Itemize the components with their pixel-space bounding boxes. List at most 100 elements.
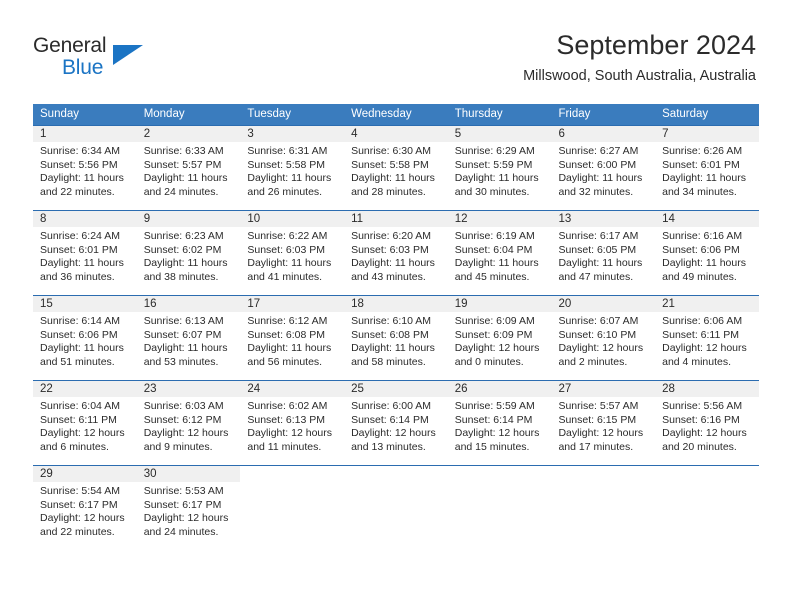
calendar-day-cell[interactable]: 6 Sunrise: 6:27 AM Sunset: 6:00 PM Daylight… bbox=[551, 125, 656, 211]
calendar-day-cell[interactable]: 21 Sunrise: 6:06 AM Sunset: 6:11 PM Dayligh… bbox=[655, 295, 759, 381]
sunset-text: Sunset: 6:17 PM bbox=[143, 498, 222, 511]
sunset-text: Sunset: 6:14 PM bbox=[351, 413, 429, 426]
page-subtitle: Millswood, South Australia, Australia bbox=[523, 68, 756, 84]
sunset-text: Sunset: 5:57 PM bbox=[143, 158, 222, 171]
calendar-empty-cell bbox=[240, 465, 345, 550]
sunrise-text: Sunrise: 5:54 AM bbox=[40, 485, 120, 497]
calendar-day-cell[interactable]: 11 Sunrise: 6:20 AM Sunset: 6:03 PM Dayligh… bbox=[344, 210, 448, 296]
sunrise-text: Sunrise: 6:02 AM bbox=[247, 400, 328, 412]
day-details: Sunrise: 6:16 AM Sunset: 6:06 PM Daylight:… bbox=[655, 227, 759, 284]
sunset-text: Sunset: 6:06 PM bbox=[662, 243, 740, 256]
calendar-day-cell[interactable]: 20 Sunrise: 6:07 AM Sunset: 6:10 PM Dayligh… bbox=[551, 295, 656, 381]
sunset-text: Sunset: 6:14 PM bbox=[454, 413, 533, 426]
calendar-day-cell[interactable]: 25 Sunrise: 6:00 AM Sunset: 6:14 PM Dayligh… bbox=[344, 380, 448, 466]
calendar-day-cell[interactable]: 5 Sunrise: 6:29 AM Sunset: 5:59 PM Daylight… bbox=[447, 125, 552, 211]
weekday-header-wednesday: Wednesday bbox=[344, 104, 448, 126]
day-details: Sunrise: 5:56 AM Sunset: 6:16 PM Daylight:… bbox=[655, 397, 759, 454]
calendar-day-cell[interactable]: 9 Sunrise: 6:23 AM Sunset: 6:02 PM Daylight… bbox=[136, 210, 241, 296]
calendar-day-cell[interactable]: 7 Sunrise: 6:26 AM Sunset: 6:01 PM Daylight… bbox=[655, 125, 759, 211]
day-details: Sunrise: 6:17 AM Sunset: 6:05 PM Daylight:… bbox=[551, 227, 655, 284]
calendar-day-cell[interactable]: 3 Sunrise: 6:31 AM Sunset: 5:58 PM Daylight… bbox=[240, 125, 345, 211]
calendar-day-cell[interactable]: 16 Sunrise: 6:13 AM Sunset: 6:07 PM Dayligh… bbox=[136, 295, 241, 381]
page-header: General Blue September 2024 Millswood, S… bbox=[0, 0, 792, 96]
day-number: 7 bbox=[655, 126, 759, 142]
sunset-text: Sunset: 6:07 PM bbox=[143, 328, 222, 341]
daylight-text: Daylight: 11 hours and 28 minutes. bbox=[351, 172, 435, 198]
calendar-day-cell[interactable]: 22 Sunrise: 6:04 AM Sunset: 6:11 PM Dayligh… bbox=[33, 380, 137, 466]
daylight-text: Daylight: 12 hours and 22 minutes. bbox=[40, 512, 125, 538]
sunrise-text: Sunrise: 6:20 AM bbox=[351, 230, 432, 242]
day-number: 20 bbox=[551, 296, 656, 312]
day-number bbox=[344, 466, 448, 482]
calendar-day-cell[interactable]: 18 Sunrise: 6:10 AM Sunset: 6:08 PM Dayligh… bbox=[344, 295, 448, 381]
day-number: 6 bbox=[551, 126, 656, 142]
sunset-text: Sunset: 6:11 PM bbox=[662, 328, 739, 341]
sunset-text: Sunset: 6:08 PM bbox=[247, 328, 326, 341]
sunset-text: Sunset: 6:03 PM bbox=[247, 243, 326, 256]
calendar-day-cell[interactable]: 4 Sunrise: 6:30 AM Sunset: 5:58 PM Daylight… bbox=[344, 125, 448, 211]
day-number: 12 bbox=[447, 211, 552, 227]
calendar-day-cell[interactable]: 19 Sunrise: 6:09 AM Sunset: 6:09 PM Dayligh… bbox=[447, 295, 552, 381]
sunset-text: Sunset: 6:08 PM bbox=[351, 328, 429, 341]
day-details: Sunrise: 6:29 AM Sunset: 5:59 PM Daylight:… bbox=[448, 142, 552, 199]
general-blue-logo[interactable]: General Blue bbox=[33, 34, 163, 82]
calendar-day-cell[interactable]: 23 Sunrise: 6:03 AM Sunset: 6:12 PM Dayligh… bbox=[136, 380, 241, 466]
daylight-text: Daylight: 12 hours and 0 minutes. bbox=[454, 342, 540, 368]
daylight-text: Daylight: 11 hours and 22 minutes. bbox=[40, 172, 124, 198]
sunrise-text: Sunrise: 6:07 AM bbox=[558, 315, 639, 327]
daylight-text: Daylight: 12 hours and 13 minutes. bbox=[351, 427, 436, 453]
calendar-day-cell[interactable]: 13 Sunrise: 6:17 AM Sunset: 6:05 PM Dayligh… bbox=[551, 210, 656, 296]
weekday-header-thursday: Thursday bbox=[447, 104, 552, 126]
sunrise-text: Sunrise: 6:17 AM bbox=[558, 230, 639, 242]
calendar-day-cell[interactable]: 26 Sunrise: 5:59 AM Sunset: 6:14 PM Dayligh… bbox=[447, 380, 552, 466]
day-details: Sunrise: 6:26 AM Sunset: 6:01 PM Daylight:… bbox=[655, 142, 759, 199]
sunset-text: Sunset: 6:11 PM bbox=[40, 413, 117, 426]
calendar-day-cell[interactable]: 1 Sunrise: 6:34 AM Sunset: 5:56 PM Daylight… bbox=[33, 125, 137, 211]
weekday-header-monday: Monday bbox=[136, 104, 241, 126]
calendar-day-cell[interactable]: 14 Sunrise: 6:16 AM Sunset: 6:06 PM Dayligh… bbox=[655, 210, 759, 296]
daylight-text: Daylight: 11 hours and 24 minutes. bbox=[143, 172, 228, 198]
calendar-week-row: 29 Sunrise: 5:54 AM Sunset: 6:17 PM Dayligh… bbox=[33, 465, 759, 550]
day-details: Sunrise: 6:31 AM Sunset: 5:58 PM Daylight:… bbox=[240, 142, 344, 199]
calendar-day-cell[interactable]: 30 Sunrise: 5:53 AM Sunset: 6:17 PM Dayligh… bbox=[136, 465, 241, 550]
day-number bbox=[655, 466, 759, 482]
day-details: Sunrise: 6:12 AM Sunset: 6:08 PM Daylight:… bbox=[240, 312, 344, 369]
calendar-day-cell[interactable]: 10 Sunrise: 6:22 AM Sunset: 6:03 PM Dayligh… bbox=[240, 210, 345, 296]
daylight-text: Daylight: 11 hours and 43 minutes. bbox=[351, 257, 435, 283]
day-details: Sunrise: 6:23 AM Sunset: 6:02 PM Daylight:… bbox=[137, 227, 241, 284]
day-details: Sunrise: 6:03 AM Sunset: 6:12 PM Daylight:… bbox=[137, 397, 241, 454]
sunrise-text: Sunrise: 6:03 AM bbox=[143, 400, 224, 412]
calendar-day-cell[interactable]: 17 Sunrise: 6:12 AM Sunset: 6:08 PM Dayligh… bbox=[240, 295, 345, 381]
calendar-body: 1 Sunrise: 6:34 AM Sunset: 5:56 PM Daylight… bbox=[33, 125, 759, 550]
day-number: 8 bbox=[33, 211, 137, 227]
day-details bbox=[655, 482, 759, 485]
day-details: Sunrise: 6:30 AM Sunset: 5:58 PM Daylight:… bbox=[344, 142, 448, 199]
calendar-day-cell[interactable]: 8 Sunrise: 6:24 AM Sunset: 6:01 PM Daylight… bbox=[33, 210, 137, 296]
calendar-day-cell[interactable]: 24 Sunrise: 6:02 AM Sunset: 6:13 PM Dayligh… bbox=[240, 380, 345, 466]
calendar-day-cell[interactable]: 15 Sunrise: 6:14 AM Sunset: 6:06 PM Dayligh… bbox=[33, 295, 137, 381]
calendar-day-cell[interactable]: 12 Sunrise: 6:19 AM Sunset: 6:04 PM Dayligh… bbox=[447, 210, 552, 296]
day-details: Sunrise: 6:04 AM Sunset: 6:11 PM Daylight:… bbox=[33, 397, 137, 454]
sunrise-text: Sunrise: 6:29 AM bbox=[454, 145, 535, 157]
daylight-text: Daylight: 11 hours and 47 minutes. bbox=[558, 257, 643, 283]
daylight-text: Daylight: 11 hours and 32 minutes. bbox=[558, 172, 643, 198]
sunrise-text: Sunrise: 6:14 AM bbox=[40, 315, 120, 327]
day-number: 24 bbox=[240, 381, 345, 397]
logo-triangle-icon bbox=[113, 45, 143, 65]
sunrise-text: Sunrise: 6:13 AM bbox=[143, 315, 224, 327]
title-block: September 2024 Millswood, South Australi… bbox=[523, 28, 756, 85]
day-number: 11 bbox=[344, 211, 448, 227]
daylight-text: Daylight: 11 hours and 26 minutes. bbox=[247, 172, 332, 198]
daylight-text: Daylight: 11 hours and 51 minutes. bbox=[40, 342, 124, 368]
calendar-day-cell[interactable]: 28 Sunrise: 5:56 AM Sunset: 6:16 PM Dayligh… bbox=[655, 380, 759, 466]
calendar-day-cell[interactable]: 29 Sunrise: 5:54 AM Sunset: 6:17 PM Dayligh… bbox=[33, 465, 137, 550]
sunrise-text: Sunrise: 6:10 AM bbox=[351, 315, 432, 327]
daylight-text: Daylight: 11 hours and 36 minutes. bbox=[40, 257, 124, 283]
day-details: Sunrise: 6:24 AM Sunset: 6:01 PM Daylight:… bbox=[33, 227, 137, 284]
calendar-day-cell[interactable]: 27 Sunrise: 5:57 AM Sunset: 6:15 PM Dayligh… bbox=[551, 380, 656, 466]
day-details: Sunrise: 6:09 AM Sunset: 6:09 PM Daylight:… bbox=[448, 312, 552, 369]
day-details: Sunrise: 6:19 AM Sunset: 6:04 PM Daylight:… bbox=[448, 227, 552, 284]
day-details: Sunrise: 6:27 AM Sunset: 6:00 PM Daylight:… bbox=[551, 142, 655, 199]
calendar-day-cell[interactable]: 2 Sunrise: 6:33 AM Sunset: 5:57 PM Daylight… bbox=[136, 125, 241, 211]
day-number: 27 bbox=[551, 381, 656, 397]
